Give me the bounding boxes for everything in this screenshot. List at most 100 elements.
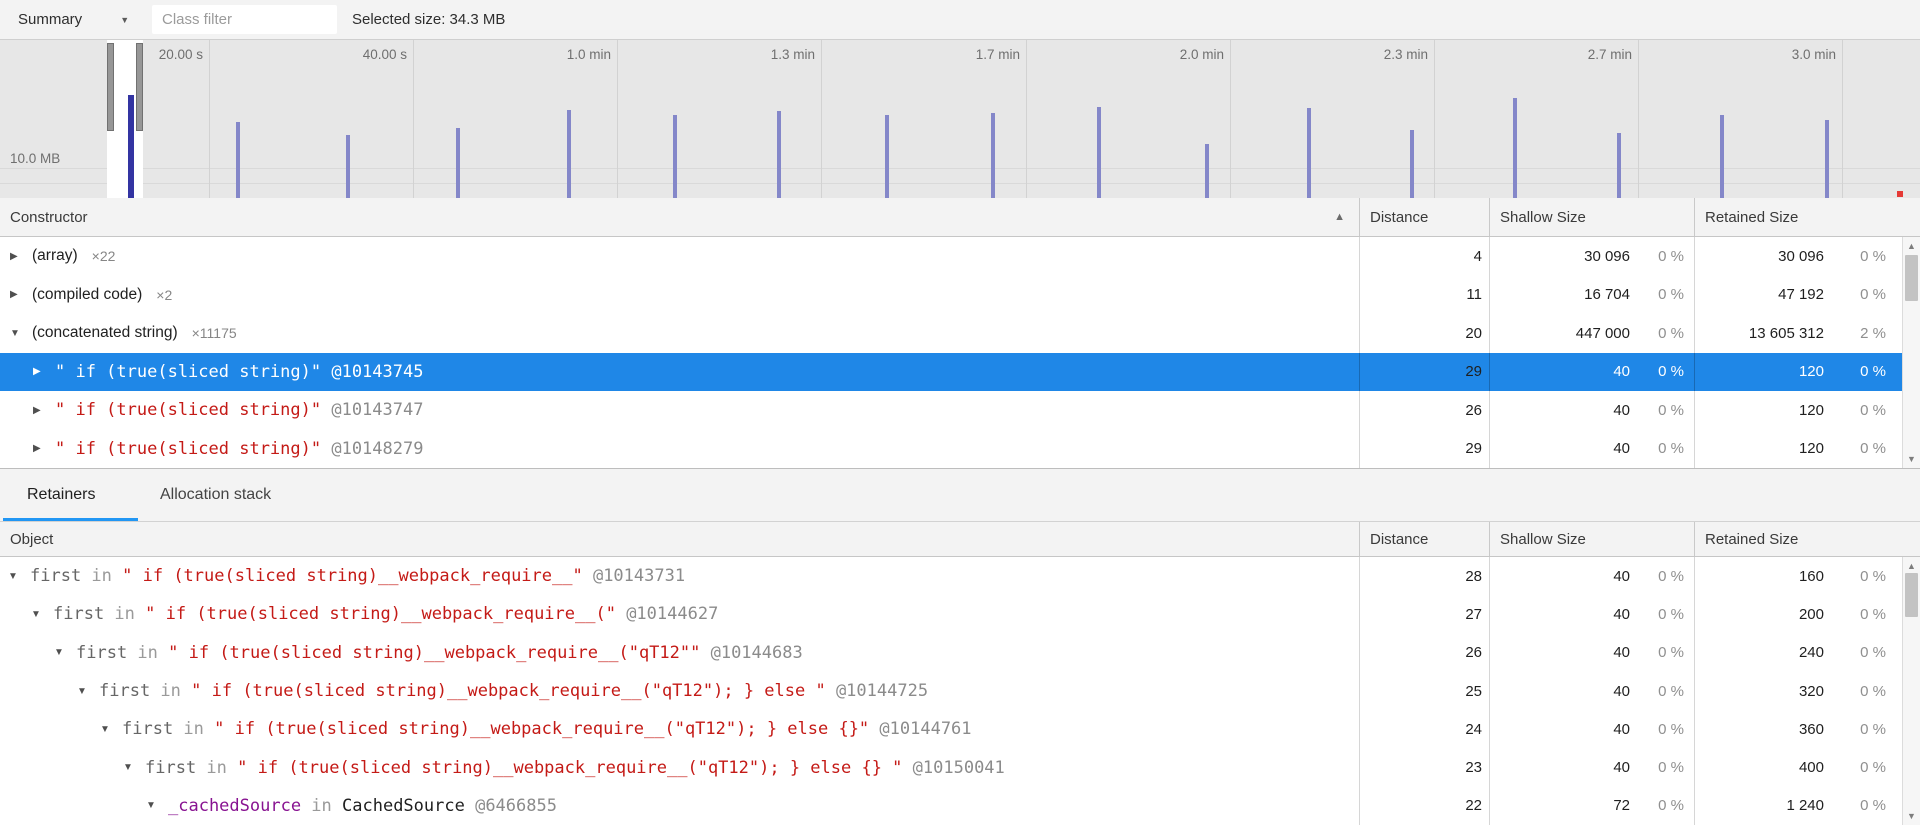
memory-timeline[interactable]: 10.0 MB 20.00 s40.00 s1.0 min1.3 min1.7 … <box>0 40 1920 199</box>
size-percent: 0 % <box>1824 683 1902 700</box>
timeline-gridline <box>1638 40 1639 198</box>
column-header-shallow-size[interactable]: Shallow Size <box>1489 522 1694 556</box>
expand-toggle-icon[interactable]: ▶ <box>33 405 55 416</box>
scroll-up-icon[interactable]: ▲ <box>1903 559 1920 573</box>
scrollbar-thumb[interactable] <box>1905 255 1918 301</box>
memory-allocation-bar <box>567 110 571 198</box>
distance-cell: 23 <box>1359 748 1489 786</box>
object-label: CachedSource <box>342 796 465 816</box>
object-label: " if (true(sliced string)__webpack_requi… <box>145 604 616 624</box>
constructor-row[interactable]: ▶(compiled code)×21116 7040 %47 1920 % <box>0 276 1902 315</box>
size-value: 47 192 <box>1695 286 1824 303</box>
size-percent: 0 % <box>1630 402 1694 419</box>
expand-toggle-icon[interactable]: ▼ <box>10 328 32 339</box>
class-filter-input[interactable] <box>152 5 337 34</box>
size-percent: 0 % <box>1824 644 1902 661</box>
memory-allocation-bar <box>1720 115 1724 198</box>
size-percent: 0 % <box>1824 606 1902 623</box>
constructor-row[interactable]: ▶" if (true(sliced string)" @10143745294… <box>0 353 1902 392</box>
size-percent: 0 % <box>1630 683 1694 700</box>
size-value: 40 <box>1490 363 1630 380</box>
timeline-gridline <box>1842 40 1843 198</box>
expand-toggle-icon[interactable]: ▼ <box>54 647 76 658</box>
object-name-cell: ▶" if (true(sliced string)" @10148279 <box>0 430 1359 469</box>
column-header-retained-size[interactable]: Retained Size <box>1694 522 1902 556</box>
bottom-panel-tabbar: Retainers Allocation stack <box>0 468 1920 521</box>
shallow-size-cell: 400 % <box>1489 430 1694 469</box>
constructor-scrollbar[interactable]: ▲ ▼ <box>1902 237 1920 468</box>
object-label: " if (true(sliced string)" <box>55 400 321 420</box>
scroll-down-icon[interactable]: ▼ <box>1903 452 1920 466</box>
timeline-selection-window[interactable] <box>107 40 143 198</box>
retainers-table-header: Object Distance Shallow Size Retained Si… <box>0 521 1920 557</box>
column-header-label: Distance <box>1370 531 1428 548</box>
retained-size-cell: 4000 % <box>1694 748 1902 786</box>
time-axis-label: 20.00 s <box>159 47 203 62</box>
expand-toggle-icon[interactable]: ▶ <box>33 366 55 377</box>
distance-cell: 11 <box>1359 276 1489 315</box>
column-header-shallow-size[interactable]: Shallow Size <box>1489 198 1694 236</box>
object-name-cell: ▶(array)×22 <box>0 237 1359 276</box>
memory-axis-label: 10.0 MB <box>10 151 60 166</box>
constructor-row[interactable]: ▶(array)×22430 0960 %30 0960 % <box>0 237 1902 276</box>
column-header-label: Shallow Size <box>1500 209 1586 226</box>
in-keyword: in <box>196 758 237 778</box>
size-percent: 0 % <box>1630 759 1694 776</box>
instance-count: ×11175 <box>192 325 237 341</box>
object-label: " if (true(sliced string)__webpack_requi… <box>214 719 869 739</box>
selection-handle-right[interactable] <box>136 43 143 131</box>
shallow-size-cell: 16 7040 % <box>1489 276 1694 315</box>
size-percent: 0 % <box>1630 440 1694 457</box>
retainer-row[interactable]: ▼first in " if (true(sliced string)__web… <box>0 748 1902 786</box>
scroll-up-icon[interactable]: ▲ <box>1903 239 1920 253</box>
expand-toggle-icon[interactable]: ▶ <box>33 443 55 454</box>
tab-retainers[interactable]: Retainers <box>27 469 95 521</box>
retainer-row[interactable]: ▼first in " if (true(sliced string)__web… <box>0 557 1902 595</box>
retained-size-cell: 2400 % <box>1694 634 1902 672</box>
edge-name: first <box>30 566 81 586</box>
retainer-row[interactable]: ▼first in " if (true(sliced string)__web… <box>0 595 1902 633</box>
retainer-row[interactable]: ▼_cachedSource in CachedSource @64668552… <box>0 787 1902 825</box>
perspective-dropdown[interactable]: Summary ▼ <box>18 0 129 39</box>
expand-toggle-icon[interactable]: ▶ <box>10 251 32 262</box>
column-header-object[interactable]: Object <box>0 522 1359 556</box>
column-header-distance[interactable]: Distance <box>1359 522 1489 556</box>
column-header-distance[interactable]: Distance <box>1359 198 1489 236</box>
retained-size-cell: 1200 % <box>1694 353 1902 392</box>
selection-handle-left[interactable] <box>107 43 114 131</box>
distance-cell: 20 <box>1359 314 1489 353</box>
expand-toggle-icon[interactable]: ▼ <box>146 800 168 811</box>
memory-allocation-bar <box>1825 120 1829 198</box>
column-header-retained-size[interactable]: Retained Size <box>1694 198 1902 236</box>
expand-toggle-icon[interactable]: ▼ <box>31 609 53 620</box>
scrollbar-thumb[interactable] <box>1905 573 1918 617</box>
shallow-size-cell: 720 % <box>1489 787 1694 825</box>
scroll-down-icon[interactable]: ▼ <box>1903 809 1920 823</box>
retainers-scrollbar[interactable]: ▲ ▼ <box>1902 557 1920 825</box>
shallow-size-cell: 400 % <box>1489 672 1694 710</box>
size-percent: 0 % <box>1824 440 1902 457</box>
object-label: " if (true(sliced string)__webpack_requi… <box>191 681 826 701</box>
retainer-row[interactable]: ▼first in " if (true(sliced string)__web… <box>0 634 1902 672</box>
column-header-label: Distance <box>1370 209 1428 226</box>
object-id: @10143745 <box>321 362 423 382</box>
expand-toggle-icon[interactable]: ▼ <box>8 571 30 582</box>
constructor-row[interactable]: ▶" if (true(sliced string)" @10143747264… <box>0 391 1902 430</box>
expand-toggle-icon[interactable]: ▼ <box>123 762 145 773</box>
constructor-row[interactable]: ▶" if (true(sliced string)" @10148279294… <box>0 430 1902 469</box>
retained-size-cell: 1 2400 % <box>1694 787 1902 825</box>
expand-toggle-icon[interactable]: ▼ <box>100 724 122 735</box>
expand-toggle-icon[interactable]: ▶ <box>10 289 32 300</box>
retainer-row[interactable]: ▼first in " if (true(sliced string)__web… <box>0 710 1902 748</box>
timeline-gridline <box>1434 40 1435 198</box>
retainer-row[interactable]: ▼first in " if (true(sliced string)__web… <box>0 672 1902 710</box>
size-value: 40 <box>1490 759 1630 776</box>
expand-toggle-icon[interactable]: ▼ <box>77 686 99 697</box>
constructor-row[interactable]: ▼(concatenated string)×1117520447 0000 %… <box>0 314 1902 353</box>
object-id: @10144725 <box>826 681 928 701</box>
object-name-cell: ▼first in " if (true(sliced string)__web… <box>0 748 1359 786</box>
tab-allocation-stack[interactable]: Allocation stack <box>160 469 271 521</box>
size-percent: 0 % <box>1630 325 1694 342</box>
in-keyword: in <box>301 796 342 816</box>
column-header-constructor[interactable]: Constructor ▲ <box>0 198 1359 236</box>
